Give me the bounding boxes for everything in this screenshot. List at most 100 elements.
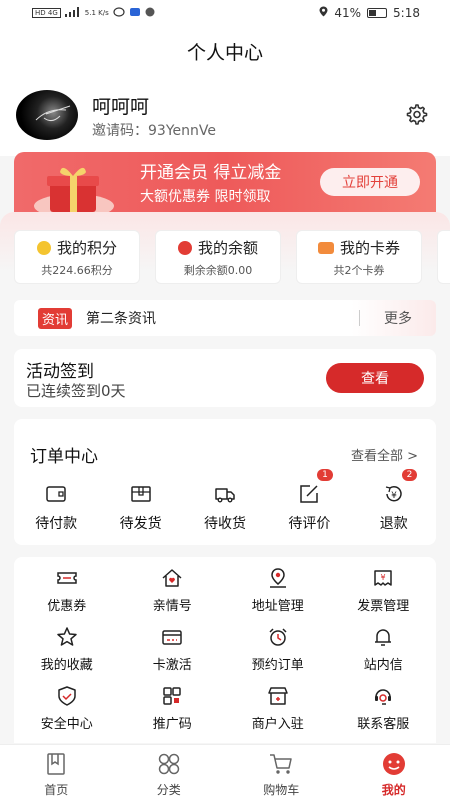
app-icon <box>129 7 141 19</box>
tool-messages[interactable]: 站内信 <box>331 624 437 675</box>
family-icon <box>162 569 182 587</box>
tool-label: 站内信 <box>363 658 403 673</box>
tab-home[interactable]: 首页 <box>0 745 113 800</box>
svg-text:¥: ¥ <box>381 573 386 582</box>
tool-promo-code[interactable]: 推广码 <box>120 683 226 734</box>
tool-label: 我的收藏 <box>40 658 93 673</box>
truck-icon <box>215 488 235 503</box>
gear-icon[interactable] <box>404 102 428 126</box>
points-icon <box>36 240 51 255</box>
coupon-card-value: 共2个卡券 <box>333 264 385 277</box>
status-left: HD 4G 5.1 K/s <box>32 7 155 19</box>
service-icon <box>375 689 392 705</box>
speed-text: 5.1 K/s <box>84 9 109 17</box>
svg-text:¥: ¥ <box>391 491 397 501</box>
tool-label: 安全中心 <box>40 717 93 732</box>
tool-label: 地址管理 <box>251 599 304 614</box>
nickname: 呵呵呵 <box>92 96 150 118</box>
card-icon <box>162 630 182 645</box>
checkin-title: 活动签到 <box>26 362 94 382</box>
location-status-icon <box>319 6 328 20</box>
order-label: 待付款 <box>35 516 78 532</box>
asset-card-partial[interactable] <box>437 230 450 284</box>
tool-card-activate[interactable]: 卡激活 <box>120 624 226 675</box>
shield-icon <box>58 686 76 706</box>
tool-favorites[interactable]: 我的收藏 <box>14 624 120 675</box>
tool-label: 发票管理 <box>357 599 410 614</box>
tab-category[interactable]: 分类 <box>113 745 226 800</box>
alarm-icon <box>269 628 287 646</box>
tool-invoice[interactable]: ¥ 发票管理 <box>331 565 437 616</box>
order-center: 订单中心 查看全部 > 待付款 待发货 待收货 1 待评价 2 ¥ 退款 <box>14 419 436 545</box>
order-center-title: 订单中心 <box>30 447 98 467</box>
tool-label: 优惠券 <box>47 599 87 614</box>
news-tag: 资讯 <box>38 307 73 329</box>
balance-card[interactable]: 我的余额 剩余余额0.00 <box>155 230 281 284</box>
avatar[interactable] <box>16 90 78 140</box>
order-label: 待评价 <box>288 516 331 532</box>
checkin-status: 已连续签到0天 <box>26 382 126 400</box>
news-strip[interactable]: 资讯 第二条资讯 更多 <box>14 300 436 336</box>
category-icon <box>158 753 179 775</box>
tool-security[interactable]: 安全中心 <box>14 683 120 734</box>
shop-icon <box>268 687 288 705</box>
vip-subtitle: 大额优惠券 限时领取 <box>140 189 271 205</box>
page-header: 个人中心 <box>0 26 450 76</box>
coupon-card-title: 我的卡券 <box>339 239 400 257</box>
order-pending-payment[interactable]: 待付款 <box>14 479 98 533</box>
order-pending-shipment[interactable]: 待发货 <box>98 479 182 533</box>
status-bar: HD 4G 5.1 K/s 41% 5:18 <box>0 0 450 26</box>
order-pending-receipt[interactable]: 待收货 <box>183 479 267 533</box>
asset-cards: 我的积分 共224.66积分 我的余额 剩余余额0.00 我的卡券 共2个卡券 <box>14 230 450 284</box>
news-text[interactable]: 第二条资讯 <box>86 308 359 328</box>
coupon-card[interactable]: 我的卡券 共2个卡券 <box>296 230 422 284</box>
vip-banner[interactable]: 开通会员 得立减金 大额优惠券 限时领取 立即开通 <box>14 152 436 212</box>
tool-customer-service[interactable]: 联系客服 <box>331 683 437 734</box>
checkin-view-button[interactable]: 查看 <box>326 363 424 393</box>
tool-label: 推广码 <box>152 717 192 732</box>
order-pending-review[interactable]: 1 待评价 <box>267 469 351 533</box>
status-right: 41% 5:18 <box>319 6 420 20</box>
tool-label: 亲情号 <box>152 599 192 614</box>
tool-family[interactable]: 亲情号 <box>120 565 226 616</box>
order-label: 退款 <box>379 516 408 532</box>
tab-cart[interactable]: 购物车 <box>225 745 338 800</box>
notification-icon <box>113 7 125 19</box>
order-refund[interactable]: 2 ¥ 退款 <box>352 469 436 533</box>
tool-address[interactable]: 地址管理 <box>225 565 331 616</box>
profile-section: 呵呵呵 邀请码：93YennVe <box>0 76 450 156</box>
clock: 5:18 <box>393 6 420 20</box>
view-all-orders-link[interactable]: 查看全部 > <box>351 445 418 464</box>
tool-coupon[interactable]: 优惠券 <box>14 565 120 616</box>
bell-icon <box>375 629 392 646</box>
star-icon <box>57 627 77 646</box>
ticket-icon <box>317 241 334 254</box>
tab-label: 购物车 <box>263 783 300 797</box>
profile-icon <box>382 753 405 775</box>
news-more-link[interactable]: 更多 <box>360 308 436 328</box>
balance-icon <box>177 240 192 255</box>
edit-icon <box>300 485 319 503</box>
tab-mine[interactable]: 我的 <box>338 745 450 800</box>
tool-merchant[interactable]: 商户入驻 <box>225 683 331 734</box>
tab-label: 首页 <box>44 783 69 797</box>
coupon-icon <box>57 572 77 584</box>
gift-icon <box>30 160 118 212</box>
review-badge: 1 <box>317 469 333 481</box>
signal-icon <box>64 7 81 19</box>
tool-grid: 优惠券 亲情号 地址管理 ¥ 发票管理 我的收藏 卡激活 预约订单 站内信 安全… <box>14 565 436 734</box>
order-label: 待发货 <box>119 516 162 532</box>
checkin-card: 活动签到 已连续签到0天 查看 <box>14 349 436 407</box>
bottom-tabbar: 首页 分类 购物车 我的 <box>0 744 450 800</box>
battery-text: 41% <box>334 6 362 20</box>
cart-icon <box>270 754 292 774</box>
vip-open-button[interactable]: 立即开通 <box>320 168 420 196</box>
points-card[interactable]: 我的积分 共224.66积分 <box>14 230 140 284</box>
refund-badge: 2 <box>401 469 418 481</box>
service-tools: 优惠券 亲情号 地址管理 ¥ 发票管理 我的收藏 卡激活 预约订单 站内信 安全… <box>14 557 436 743</box>
tool-reservation[interactable]: 预约订单 <box>225 624 331 675</box>
tool-label: 商户入驻 <box>251 717 304 732</box>
vip-title: 开通会员 得立减金 <box>140 163 282 183</box>
points-value: 共224.66积分 <box>41 264 113 277</box>
qrcode-icon <box>163 687 181 705</box>
